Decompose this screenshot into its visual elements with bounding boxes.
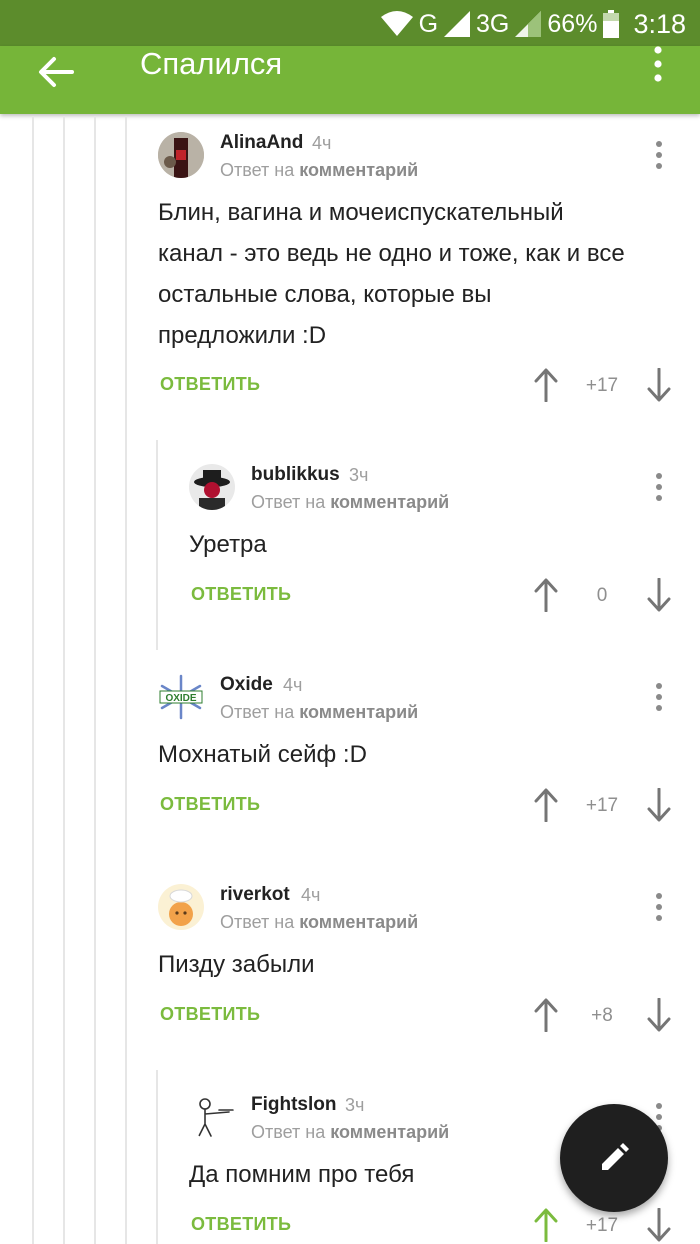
reply-to-link[interactable]: комментарий bbox=[330, 492, 449, 512]
upvote-icon[interactable] bbox=[534, 998, 558, 1032]
compose-fab[interactable] bbox=[560, 1104, 668, 1212]
reply-button[interactable]: ОТВЕТИТЬ bbox=[160, 374, 260, 395]
thread-line bbox=[32, 116, 34, 1244]
more-vertical-icon[interactable] bbox=[654, 892, 664, 922]
reply-to-link[interactable]: комментарий bbox=[299, 160, 418, 180]
more-vertical-icon[interactable] bbox=[654, 472, 664, 502]
reply-to-link[interactable]: комментарий bbox=[299, 702, 418, 722]
more-vertical-icon[interactable] bbox=[650, 46, 666, 82]
avatar[interactable] bbox=[158, 132, 204, 178]
network-g-label: G bbox=[418, 9, 439, 38]
comment-age: 4ч bbox=[301, 885, 321, 905]
more-vertical-icon[interactable] bbox=[654, 140, 664, 170]
thread-line bbox=[94, 116, 96, 1244]
thread-line bbox=[156, 1070, 158, 1244]
reply-button[interactable]: ОТВЕТИТЬ bbox=[191, 1214, 291, 1235]
username[interactable]: Oxide bbox=[220, 674, 273, 696]
clock: 3:18 bbox=[633, 8, 686, 39]
reply-to: Ответ на комментарий bbox=[220, 702, 418, 723]
upvote-icon[interactable] bbox=[534, 1208, 558, 1242]
reply-button[interactable]: ОТВЕТИТЬ bbox=[160, 794, 260, 815]
score: +17 bbox=[585, 1215, 619, 1236]
comment-text: Блин, вагина и мочеиспускательный канал … bbox=[158, 199, 625, 349]
thread-line bbox=[125, 116, 127, 1244]
signal-icon bbox=[444, 11, 471, 37]
avatar[interactable] bbox=[189, 464, 235, 510]
comment-text: Да помним про тебя bbox=[189, 1161, 415, 1188]
reply-to-prefix: Ответ на bbox=[251, 492, 326, 512]
upvote-icon[interactable] bbox=[534, 578, 558, 612]
comment-age: 4ч bbox=[283, 675, 303, 695]
score: +17 bbox=[585, 375, 619, 396]
downvote-icon[interactable] bbox=[647, 368, 671, 402]
reply-to-link[interactable]: комментарий bbox=[330, 1122, 449, 1142]
thread-line bbox=[156, 440, 158, 650]
avatar[interactable] bbox=[189, 1094, 235, 1140]
reply-to-prefix: Ответ на bbox=[251, 1122, 326, 1142]
pencil-icon bbox=[602, 1143, 629, 1170]
reply-to-prefix: Ответ на bbox=[220, 702, 295, 722]
username[interactable]: riverkot bbox=[220, 884, 290, 906]
score: 0 bbox=[596, 585, 608, 606]
reply-to-link[interactable]: комментарий bbox=[299, 912, 418, 932]
upvote-icon[interactable] bbox=[534, 368, 558, 402]
reply-button[interactable]: ОТВЕТИТЬ bbox=[191, 584, 291, 605]
downvote-icon[interactable] bbox=[647, 788, 671, 822]
signal-icon-2 bbox=[515, 11, 542, 37]
app-bar: Спалился bbox=[0, 46, 700, 114]
comment-text: Мохнатый сейф :D bbox=[158, 741, 367, 768]
network-3g-label: 3G bbox=[476, 9, 510, 38]
upvote-icon[interactable] bbox=[534, 788, 558, 822]
arrow-left-icon[interactable] bbox=[36, 54, 76, 90]
downvote-icon[interactable] bbox=[647, 1208, 671, 1242]
avatar[interactable]: OXIDE bbox=[158, 674, 204, 720]
reply-button[interactable]: ОТВЕТИТЬ bbox=[160, 1004, 260, 1025]
wifi-icon bbox=[380, 11, 413, 36]
thread-line bbox=[63, 116, 65, 1244]
oxide-logo-text: OXIDE bbox=[165, 693, 196, 704]
reply-to: Ответ на комментарий bbox=[251, 492, 449, 513]
comment-text: Пизду забыли bbox=[158, 951, 315, 978]
username[interactable]: AlinaAnd bbox=[220, 132, 303, 154]
score: +8 bbox=[591, 1005, 613, 1026]
battery-icon bbox=[603, 10, 620, 38]
reply-to: Ответ на комментарий bbox=[251, 1122, 449, 1143]
status-bar: G 3G 66% 3:18 bbox=[0, 0, 700, 46]
score: +17 bbox=[585, 795, 619, 816]
downvote-icon[interactable] bbox=[647, 578, 671, 612]
reply-to: Ответ на комментарий bbox=[220, 912, 418, 933]
battery-percent: 66% bbox=[547, 9, 598, 38]
avatar[interactable] bbox=[158, 884, 204, 930]
reply-to-prefix: Ответ на bbox=[220, 912, 295, 932]
comment-text: Уретра bbox=[189, 531, 267, 558]
comment-age: 4ч bbox=[312, 133, 332, 153]
username[interactable]: bublikkus bbox=[251, 464, 340, 486]
comment-age: 3ч bbox=[345, 1095, 365, 1115]
reply-to-prefix: Ответ на bbox=[220, 160, 295, 180]
reply-to: Ответ на комментарий bbox=[220, 160, 418, 181]
page-title: Спалился bbox=[140, 46, 283, 81]
username[interactable]: Fightslon bbox=[251, 1094, 336, 1116]
downvote-icon[interactable] bbox=[647, 998, 671, 1032]
comment-age: 3ч bbox=[349, 465, 369, 485]
more-vertical-icon[interactable] bbox=[654, 682, 664, 712]
